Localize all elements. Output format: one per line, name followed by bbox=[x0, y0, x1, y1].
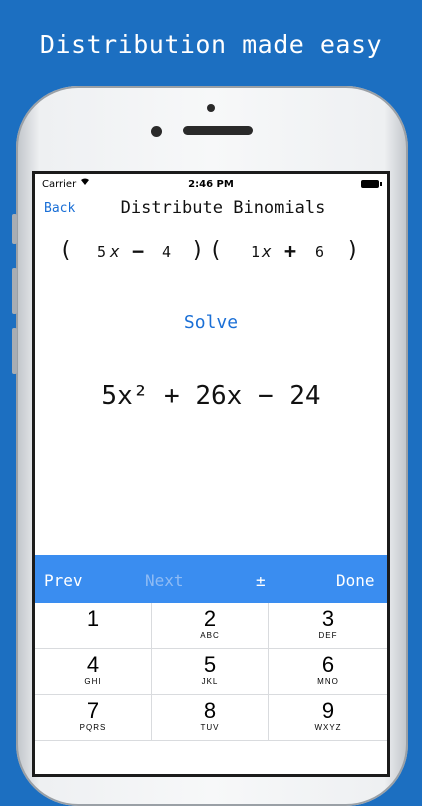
done-button[interactable]: Done bbox=[336, 571, 375, 590]
keyboard-toolbar: Prev Next ± Done bbox=[35, 555, 387, 603]
battery-icon bbox=[361, 180, 382, 188]
key-digit: 6 bbox=[321, 652, 335, 677]
proximity-sensor bbox=[207, 104, 215, 112]
key-letters: GHI bbox=[84, 677, 102, 686]
status-bar: Carrier 2:46 PM bbox=[35, 174, 387, 194]
key-letters: DEF bbox=[318, 631, 338, 640]
solve-button[interactable]: Solve bbox=[35, 312, 387, 333]
variable-x-2: x bbox=[262, 242, 272, 261]
earpiece-speaker bbox=[183, 126, 253, 135]
key-digit: 8 bbox=[203, 698, 217, 723]
key-letters: WXYZ bbox=[314, 723, 342, 732]
key-letters: TUV bbox=[200, 723, 220, 732]
key-digit: 2 bbox=[203, 606, 217, 631]
close-paren-1: ) bbox=[191, 238, 205, 263]
key-digit: 4 bbox=[86, 652, 100, 677]
open-paren-1: ( bbox=[59, 238, 73, 263]
operator-2-toggle[interactable]: + bbox=[284, 239, 296, 263]
key-digit: 9 bbox=[321, 698, 335, 723]
page-title: Distribute Binomials bbox=[120, 198, 326, 218]
key-9[interactable]: 9 WXYZ bbox=[269, 695, 387, 741]
key-2[interactable]: 2 ABC bbox=[152, 603, 269, 649]
constant-b-field[interactable]: 4 bbox=[162, 243, 171, 261]
key-4[interactable]: 4 GHI bbox=[35, 649, 152, 695]
key-letters: JKL bbox=[201, 677, 219, 686]
volume-up-button bbox=[12, 268, 17, 314]
key-7[interactable]: 7 PQRS bbox=[35, 695, 152, 741]
next-button[interactable]: Next bbox=[145, 571, 184, 590]
close-paren-2: ) bbox=[346, 238, 360, 263]
app-screen: Carrier 2:46 PM Back Distribute Binomial… bbox=[35, 174, 387, 774]
key-letters: MNO bbox=[317, 677, 339, 686]
key-digit: 5 bbox=[203, 652, 217, 677]
key-5[interactable]: 5 JKL bbox=[152, 649, 269, 695]
variable-x-1: x bbox=[110, 242, 120, 261]
key-letters: ABC bbox=[200, 631, 220, 640]
volume-down-button bbox=[12, 328, 17, 374]
result-expression: 5x² + 26x − 24 bbox=[101, 381, 321, 411]
status-time: 2:46 PM bbox=[188, 179, 234, 190]
key-digit: 1 bbox=[86, 606, 100, 631]
key-digit: 3 bbox=[321, 606, 335, 631]
sign-toggle-button[interactable]: ± bbox=[256, 571, 266, 590]
key-letters: PQRS bbox=[79, 723, 107, 732]
key-digit: 7 bbox=[86, 698, 100, 723]
number-keypad: 1 2 ABC 3 DEF 4 GHI 5 JKL 6 MNO 7 PQRS 8 TUV 9W… bbox=[35, 603, 387, 774]
mute-switch bbox=[12, 214, 17, 244]
front-camera bbox=[151, 126, 162, 137]
operator-1-toggle[interactable]: − bbox=[132, 239, 144, 263]
prev-button[interactable]: Prev bbox=[44, 571, 83, 590]
key-3[interactable]: 3 DEF bbox=[269, 603, 387, 649]
key-1[interactable]: 1 bbox=[35, 603, 152, 649]
binomial-equation: ( 5 x − 4 ) ( 1 x + 6 ) bbox=[35, 238, 387, 268]
key-6[interactable]: 6 MNO bbox=[269, 649, 387, 695]
coefficient-a-field[interactable]: 5 bbox=[97, 243, 106, 261]
coefficient-c-field[interactable]: 1 bbox=[251, 243, 260, 261]
constant-d-field[interactable]: 6 bbox=[315, 243, 324, 261]
key-8[interactable]: 8 TUV bbox=[152, 695, 269, 741]
marketing-headline: Distribution made easy bbox=[39, 30, 383, 59]
open-paren-2: ( bbox=[209, 238, 223, 263]
navigation-bar: Back Distribute Binomials bbox=[35, 194, 387, 224]
